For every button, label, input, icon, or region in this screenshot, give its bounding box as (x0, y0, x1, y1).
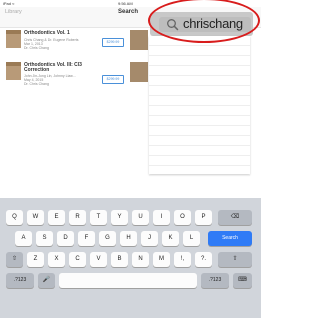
key-n[interactable]: N (132, 252, 149, 267)
key-k[interactable]: K (162, 231, 179, 246)
key-r[interactable]: R (69, 210, 86, 225)
key-x[interactable]: X (48, 252, 65, 267)
key-i[interactable]: I (153, 210, 170, 225)
key-v[interactable]: V (90, 252, 107, 267)
key-t[interactable]: T (90, 210, 107, 225)
page-title: Search (118, 9, 139, 15)
key-question[interactable]: ?. (195, 252, 212, 267)
book-cover-thumbnail (6, 62, 21, 80)
item-extra: Dr. Chris Chang (24, 46, 49, 50)
shift-key[interactable]: ⇧ (6, 252, 23, 267)
book-cover-thumbnail (6, 30, 21, 48)
key-d[interactable]: D (57, 231, 74, 246)
key-j[interactable]: J (141, 231, 158, 246)
price-button[interactable]: $299.99 (102, 75, 124, 84)
search-key[interactable]: Search (208, 231, 252, 246)
numbers-key-right[interactable]: .?123 (201, 273, 229, 288)
item-title-line2: Correction (24, 67, 50, 73)
key-y[interactable]: Y (111, 210, 128, 225)
item-extra: Dr. Chris Chang (24, 82, 49, 86)
numbers-key[interactable]: .?123 (6, 273, 34, 288)
list-item[interactable]: Orthodontics Vol. III: Cl3 Correction Jo… (6, 62, 146, 102)
key-m[interactable]: M (153, 252, 170, 267)
highlight-circle (148, 0, 260, 43)
book-cover-thumbnail (130, 62, 148, 82)
price-button[interactable]: $299.99 (102, 38, 124, 47)
key-g[interactable]: G (99, 231, 116, 246)
on-screen-keyboard: Q W E R T Y U I O P ⌫ A S D F G H J K L … (0, 198, 261, 318)
book-cover-thumbnail (130, 30, 148, 50)
key-o[interactable]: O (174, 210, 191, 225)
key-a[interactable]: A (15, 231, 32, 246)
key-f[interactable]: F (78, 231, 95, 246)
key-e[interactable]: E (48, 210, 65, 225)
key-c[interactable]: C (69, 252, 86, 267)
library-button[interactable]: Library (5, 9, 22, 15)
key-h[interactable]: H (120, 231, 137, 246)
key-p[interactable]: P (195, 210, 212, 225)
item-title: Orthodontics Vol. 1 (24, 30, 70, 36)
key-l[interactable]: L (183, 231, 200, 246)
key-w[interactable]: W (27, 210, 44, 225)
shift-key-right[interactable]: ⇧ (218, 252, 252, 267)
key-q[interactable]: Q (6, 210, 23, 225)
carrier-label: iPad ≈ (3, 1, 15, 6)
status-time: 9:56 AM (118, 1, 133, 6)
key-z[interactable]: Z (27, 252, 44, 267)
key-s[interactable]: S (36, 231, 53, 246)
key-exclamation[interactable]: !, (174, 252, 191, 267)
search-results-panel (149, 36, 250, 176)
backspace-key[interactable]: ⌫ (218, 210, 252, 225)
key-b[interactable]: B (111, 252, 128, 267)
key-u[interactable]: U (132, 210, 149, 225)
hide-keyboard-icon[interactable]: ⌨ (233, 273, 252, 288)
microphone-icon[interactable]: 🎤 (38, 273, 55, 288)
space-key[interactable] (59, 273, 197, 288)
